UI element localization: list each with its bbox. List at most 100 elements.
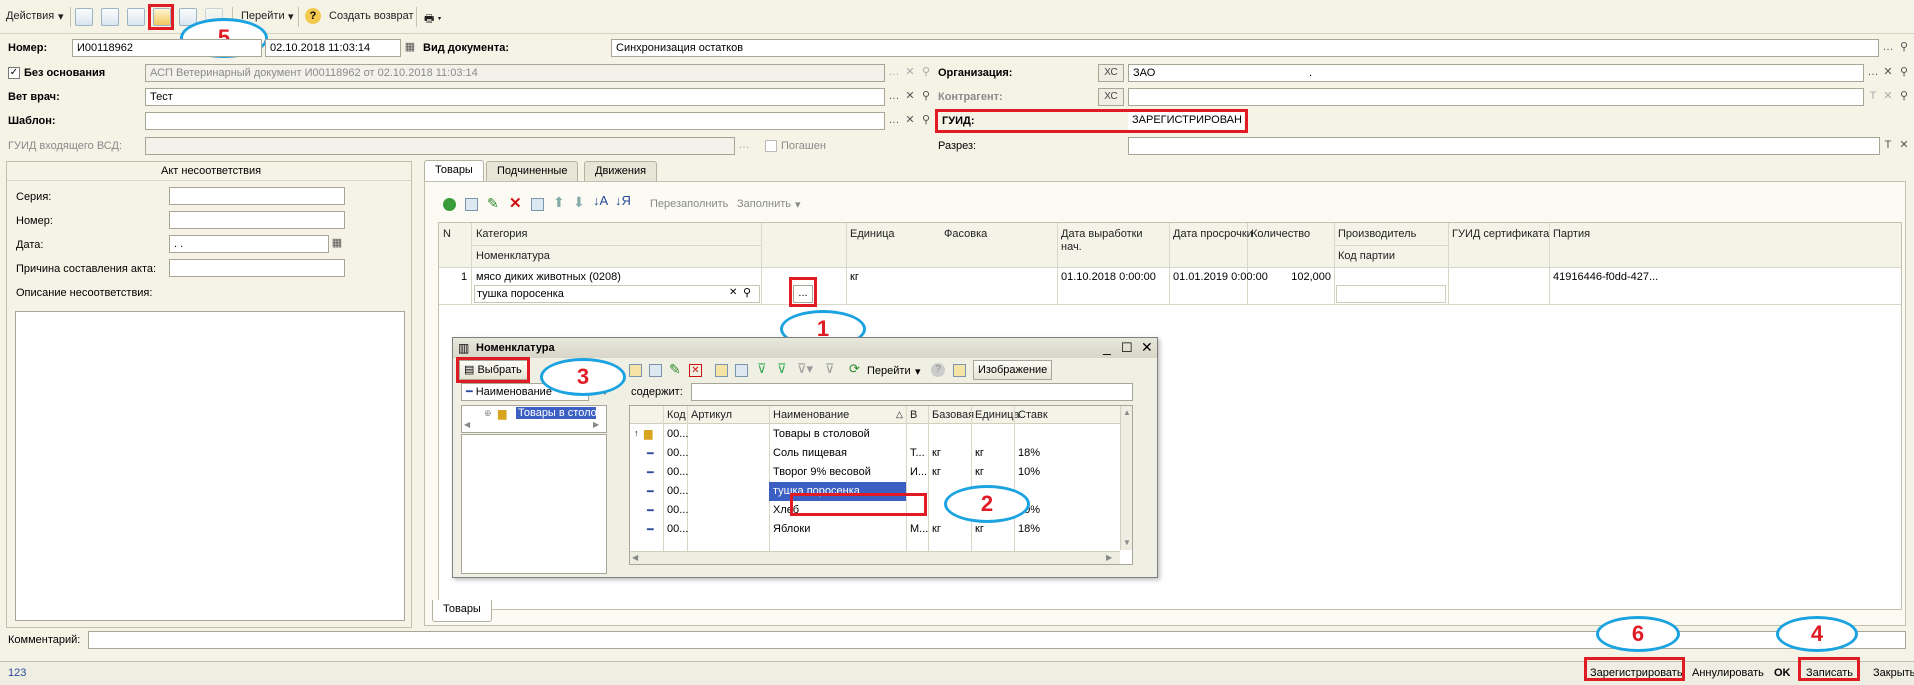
col-base[interactable]: Базовая xyxy=(932,409,974,421)
contractor-field[interactable] xyxy=(1128,88,1864,106)
clear-filter-icon[interactable]: ⊽ xyxy=(825,361,835,377)
copy-icon[interactable] xyxy=(127,8,145,26)
create-return-button[interactable]: Создать возврат xyxy=(329,10,414,22)
scrollbar-horizontal[interactable]: ◀ ▶ xyxy=(630,551,1120,564)
image-button[interactable]: Изображение xyxy=(973,360,1053,380)
clear-icon[interactable]: ✕ xyxy=(902,112,918,130)
print-icon[interactable]: 🖶 ▾ xyxy=(424,10,442,29)
filter-dropdown-icon[interactable]: ⊽▾ xyxy=(797,361,813,377)
expand-icon[interactable]: ⊕ xyxy=(484,408,492,419)
search-icon[interactable]: ⚲ xyxy=(1896,39,1912,57)
annul-button[interactable]: Аннулировать xyxy=(1692,667,1764,679)
contains-field[interactable] xyxy=(691,383,1133,401)
ellipsis-icon[interactable]: … xyxy=(1880,39,1896,57)
clear-icon[interactable]: ✕ xyxy=(1896,137,1912,155)
scroll-right-icon[interactable]: ▶ xyxy=(1106,553,1112,562)
list-item[interactable]: ━ 00... Творог 9% весовой И... кг кг 10% xyxy=(630,463,1120,482)
minimize-icon[interactable]: _ xyxy=(1103,339,1111,355)
search-icon[interactable]: ⚲ xyxy=(918,88,934,106)
actions-menu[interactable]: Действия xyxy=(6,10,54,22)
doc-type-field[interactable]: Синхронизация остатков xyxy=(611,39,1879,57)
list-item[interactable]: ━ 00... Яблоки М... кг кг 18% xyxy=(630,520,1120,539)
col-prod-date[interactable]: Дата выработки xyxy=(1061,228,1143,240)
move-icon[interactable] xyxy=(735,364,748,377)
col-code[interactable]: Код xyxy=(667,409,686,421)
clear-icon[interactable]: ✕ xyxy=(1880,64,1896,82)
clear-icon[interactable]: ✕ xyxy=(1880,88,1896,106)
move-down-icon[interactable]: ⬇ xyxy=(573,194,585,211)
date-field[interactable]: 02.10.2018 11:03:14 xyxy=(265,39,401,57)
search-icon[interactable]: ⚲ xyxy=(743,286,751,299)
col-batch-code[interactable]: Код партии xyxy=(1338,250,1395,262)
image-icon[interactable] xyxy=(953,364,966,377)
copy-icon[interactable] xyxy=(649,364,662,377)
col-rate[interactable]: Ставк xyxy=(1018,409,1048,421)
hierarchy-icon[interactable] xyxy=(715,364,728,377)
filter-icon[interactable]: ⊽ xyxy=(757,361,767,377)
table-row[interactable]: 1 мясо диких животных (0208) тушка порос… xyxy=(439,267,1901,304)
template-field[interactable] xyxy=(145,112,885,130)
col-n[interactable]: N xyxy=(443,228,451,240)
col-packing[interactable]: Фасовка xyxy=(944,228,987,240)
org-xc-button[interactable]: ХС xyxy=(1098,64,1124,82)
ok-button[interactable]: OK xyxy=(1774,667,1791,679)
no-basis-checkbox[interactable]: ✓ xyxy=(8,67,20,79)
sort-desc-icon[interactable]: ↓Я xyxy=(615,193,631,208)
act-number-field[interactable] xyxy=(169,211,345,229)
tab-movements[interactable]: Движения xyxy=(584,161,658,181)
number-field[interactable]: И00118962 xyxy=(72,39,262,57)
col-expiry[interactable]: Дата просрочки xyxy=(1173,228,1253,240)
type-icon[interactable]: T xyxy=(1880,137,1896,155)
row-nomenclature-editor[interactable]: тушка поросенка ✕ ⚲ xyxy=(474,285,760,303)
reason-field[interactable] xyxy=(169,259,345,277)
col-quantity[interactable]: Количество xyxy=(1251,228,1310,240)
ellipsis-icon[interactable]: … xyxy=(886,88,902,106)
delete-icon[interactable]: ✕ xyxy=(509,194,522,212)
col-producer[interactable]: Производитель xyxy=(1338,228,1416,240)
search-icon[interactable]: ⚲ xyxy=(918,112,934,130)
vet-field[interactable]: Тест xyxy=(145,88,885,106)
help-icon[interactable]: ? xyxy=(931,363,945,377)
ellipsis-icon[interactable]: … xyxy=(886,112,902,130)
tree-item-goods[interactable]: Товары в столо xyxy=(516,407,596,419)
fill-menu[interactable]: Заполнить xyxy=(737,198,791,210)
col-nomenclature[interactable]: Номенклатура xyxy=(476,250,550,262)
scroll-left-icon[interactable]: ◀ xyxy=(464,420,470,429)
move-up-icon[interactable]: ⬆ xyxy=(553,194,565,211)
search-icon[interactable]: ⚲ xyxy=(1896,88,1912,106)
help-icon[interactable]: ? xyxy=(305,8,321,24)
list-item[interactable]: ↑ ▆ 00... Товары в столовой xyxy=(630,425,1120,444)
ellipsis-icon[interactable]: … xyxy=(1865,64,1881,82)
scroll-right-icon[interactable]: ▶ xyxy=(593,420,599,429)
sort-icon[interactable]: △ xyxy=(896,409,903,420)
contractor-xc-button[interactable]: ХС xyxy=(1098,88,1124,106)
repaid-checkbox[interactable] xyxy=(765,140,777,152)
tab-goods-bottom[interactable]: Товары xyxy=(432,600,492,622)
col-unit[interactable]: Единица xyxy=(975,409,1020,421)
add-folder-icon[interactable] xyxy=(629,364,642,377)
col-batch[interactable]: Партия xyxy=(1553,228,1590,240)
row-batch-code-field[interactable] xyxy=(1336,285,1446,303)
col-name[interactable]: Наименование xyxy=(773,409,849,421)
col-cert-guid[interactable]: ГУИД сертификата xyxy=(1452,228,1549,240)
col-article[interactable]: Артикул xyxy=(691,409,732,421)
scroll-down-icon[interactable]: ▼ xyxy=(1123,538,1131,547)
delete-icon[interactable]: ✕ xyxy=(689,364,702,377)
add-icon[interactable] xyxy=(443,198,456,211)
copy-row-icon[interactable] xyxy=(465,198,478,211)
col-unit[interactable]: Единица xyxy=(850,228,895,240)
act-date-field[interactable]: . . xyxy=(169,235,329,253)
clear-icon[interactable]: ✕ xyxy=(902,88,918,106)
section-field[interactable] xyxy=(1128,137,1880,155)
close-icon[interactable]: ✕ xyxy=(1141,339,1153,356)
search-icon[interactable]: ⚲ xyxy=(1896,64,1912,82)
scroll-left-icon[interactable]: ◀ xyxy=(632,553,638,562)
tab-subordinate[interactable]: Подчиненные xyxy=(486,161,579,181)
list-item[interactable]: ━ 00... Соль пищевая Т... кг кг 18% xyxy=(630,444,1120,463)
edit-icon[interactable]: ✎ xyxy=(669,361,681,378)
description-textarea[interactable] xyxy=(15,311,405,621)
post-icon[interactable] xyxy=(75,8,93,26)
calendar-icon[interactable]: ▦ xyxy=(402,39,418,57)
tab-goods[interactable]: Товары xyxy=(424,160,484,182)
series-field[interactable] xyxy=(169,187,345,205)
